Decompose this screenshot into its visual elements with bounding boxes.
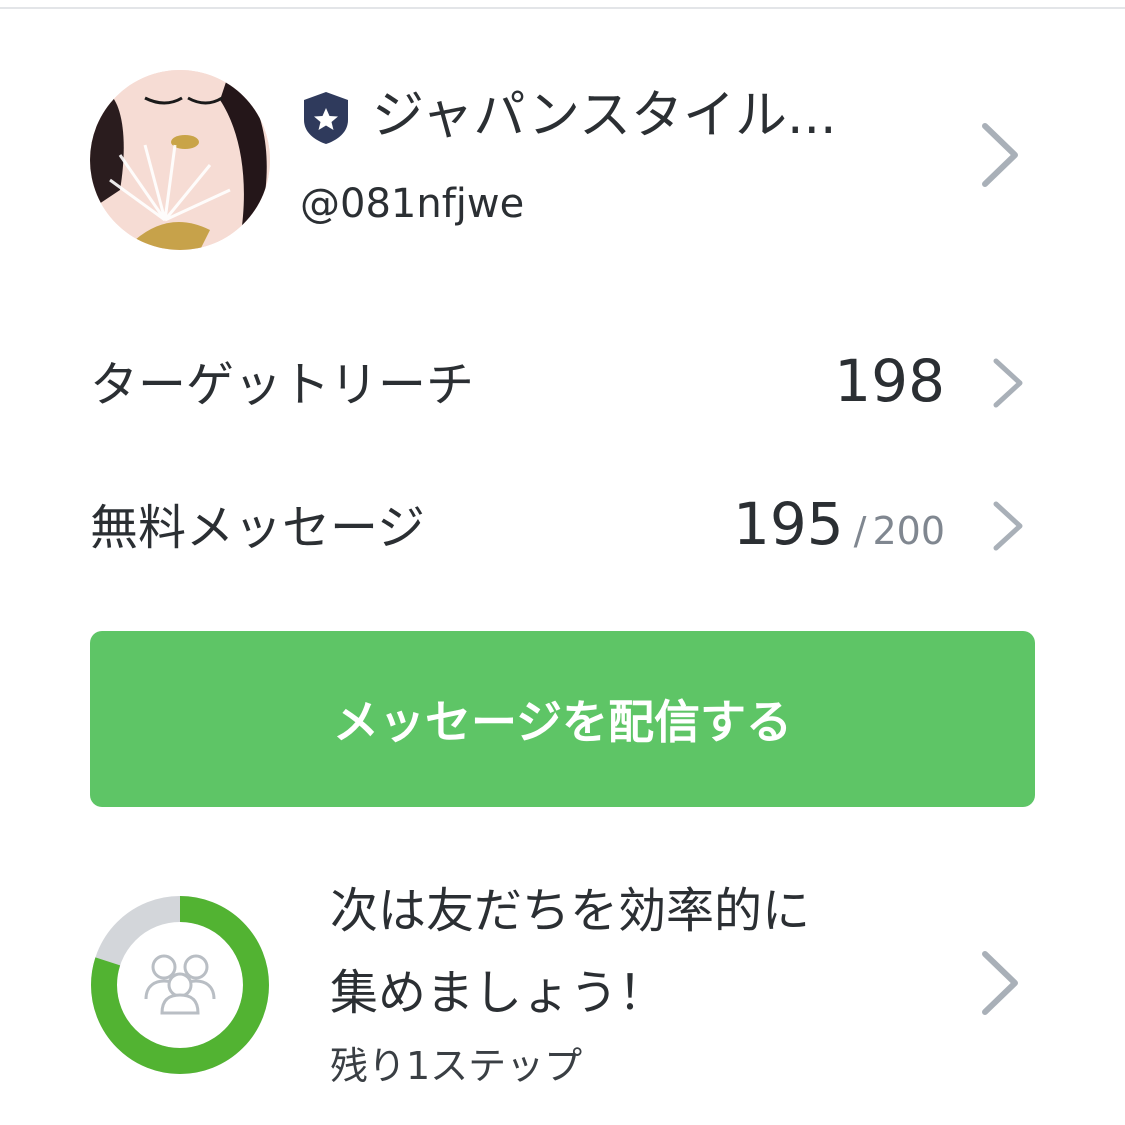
next-step-title-line2: 集めましょう！ (330, 965, 667, 1021)
friends-icon (144, 954, 216, 1015)
remaining-steps: 残り1ステップ (330, 1044, 583, 1088)
shield-star-icon (304, 92, 348, 144)
send-message-button[interactable]: メッセージを配信する (90, 631, 1035, 807)
account-id: @081nfjwe (300, 181, 525, 227)
target-reach-value: 198 (834, 345, 945, 417)
chevron-right-icon[interactable] (988, 355, 1028, 411)
free-messages-value: 195/200 (733, 488, 945, 567)
free-messages-total: 200 (872, 509, 945, 553)
free-messages-label: 無料メッセージ (90, 500, 426, 556)
target-reach-label: ターゲットリーチ (90, 357, 475, 413)
free-messages-used: 195 (732, 490, 844, 558)
free-messages-separator: / (853, 509, 867, 553)
chevron-right-icon[interactable] (975, 120, 1025, 190)
avatar (90, 70, 270, 250)
next-step-title-line1: 次は友だちを効率的に (330, 883, 811, 939)
chevron-right-icon[interactable] (975, 948, 1025, 1018)
target-reach-row[interactable]: ターゲットリーチ 198 (0, 335, 1125, 435)
top-divider (0, 7, 1125, 9)
progress-ring (90, 895, 270, 1075)
account-name: ジャパンスタイル... (372, 86, 837, 146)
chevron-right-icon[interactable] (988, 498, 1028, 554)
account-profile-row[interactable]: ジャパンスタイル... @081nfjwe (0, 60, 1125, 260)
target-reach-count: 198 (834, 347, 945, 415)
free-messages-row[interactable]: 無料メッセージ 195/200 (0, 478, 1125, 578)
next-step-title[interactable]: 次は友だちを効率的に 集めましょう！ (330, 870, 930, 1034)
